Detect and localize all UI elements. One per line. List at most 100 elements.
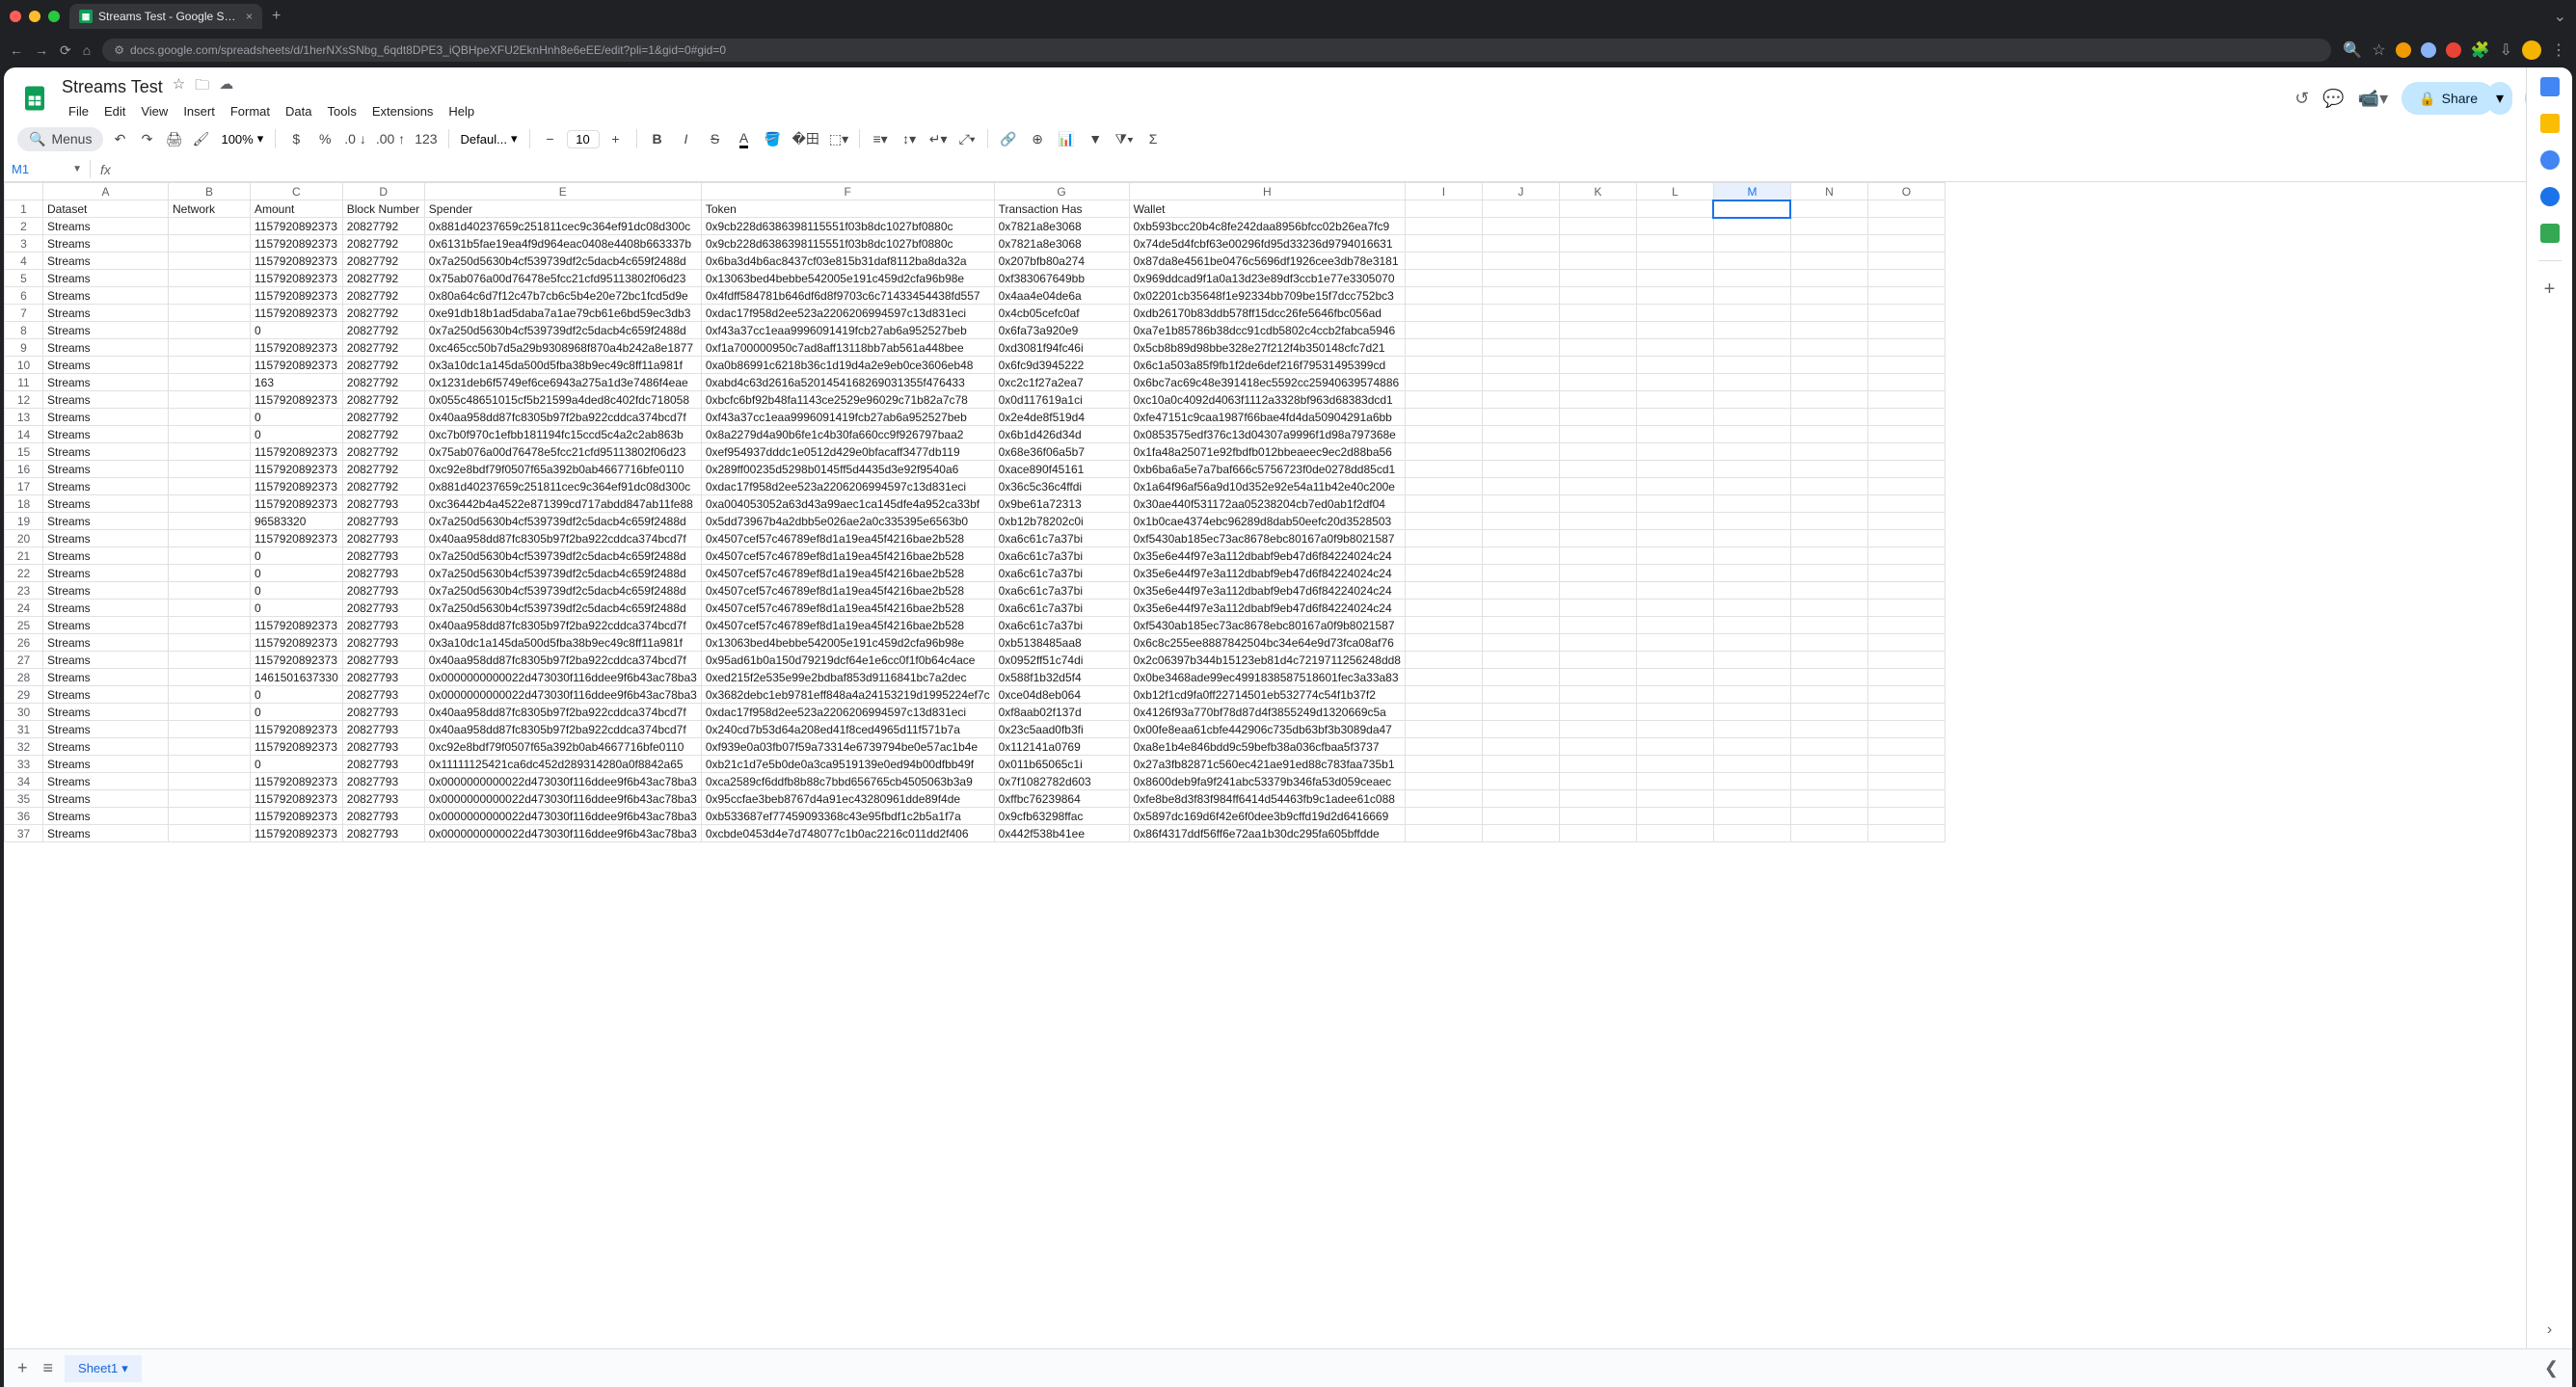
cell[interactable] xyxy=(1867,669,1945,686)
cell[interactable]: 0x74de5d4fcbf63e00296fd95d33236d97940166… xyxy=(1129,235,1405,253)
name-box-dropdown-icon[interactable]: ▼ xyxy=(72,164,82,174)
col-header-I[interactable]: I xyxy=(1405,183,1482,200)
cell[interactable] xyxy=(1559,773,1636,790)
cell[interactable] xyxy=(1405,704,1482,721)
cell[interactable]: 0xdac17f958d2ee523a2206206994597c13d831e… xyxy=(701,704,994,721)
wrap-button[interactable]: ↵▾ xyxy=(926,125,951,152)
cell[interactable] xyxy=(1636,530,1713,547)
cell[interactable]: 0xf5430ab185ec73ac8678ebc80167a0f9b80215… xyxy=(1129,617,1405,634)
cell[interactable]: 0x40aa958dd87fc8305b97f2ba922cddca374bcd… xyxy=(424,530,701,547)
cell[interactable] xyxy=(169,547,251,565)
cell[interactable] xyxy=(1867,478,1945,495)
cell[interactable]: 20827792 xyxy=(342,339,424,357)
cell[interactable] xyxy=(169,600,251,617)
col-header-B[interactable]: B xyxy=(169,183,251,200)
cell[interactable] xyxy=(1482,513,1559,530)
cell[interactable] xyxy=(169,738,251,756)
cell[interactable]: 20827793 xyxy=(342,652,424,669)
cell[interactable] xyxy=(1636,547,1713,565)
cell[interactable] xyxy=(1636,495,1713,513)
cell[interactable] xyxy=(1636,305,1713,322)
cell[interactable] xyxy=(1713,287,1790,305)
cell[interactable]: 0x75ab076a00d76478e5fcc21cfd95113802f06d… xyxy=(424,443,701,461)
cell[interactable] xyxy=(169,478,251,495)
cell[interactable] xyxy=(1482,374,1559,391)
cell[interactable]: 0xa8e1b4e846bdd9c59befb38a036cfbaa5f3737 xyxy=(1129,738,1405,756)
cell[interactable]: 0x6bc7ac69c48e391418ec5592cc259406395748… xyxy=(1129,374,1405,391)
cell[interactable]: 0x68e36f06a5b7 xyxy=(994,443,1129,461)
cell[interactable] xyxy=(169,270,251,287)
cell[interactable] xyxy=(1405,808,1482,825)
cell[interactable]: 0 xyxy=(251,565,343,582)
cell[interactable] xyxy=(1713,600,1790,617)
cell[interactable]: 1157920892373 xyxy=(251,721,343,738)
cell[interactable] xyxy=(1867,721,1945,738)
cell[interactable]: 0x35e6e44f97e3a112dbabf9eb47d6f84224024c… xyxy=(1129,547,1405,565)
cell[interactable]: 0xc7b0f970c1efbb181194fc15ccd5c4a2c2ab86… xyxy=(424,426,701,443)
cell[interactable]: 0xb6ba6a5e7a7baf666c5756723f0de0278dd85c… xyxy=(1129,461,1405,478)
cell[interactable]: 0xb12b78202c0i xyxy=(994,513,1129,530)
borders-button[interactable]: �田 xyxy=(790,125,822,152)
cell[interactable] xyxy=(1790,773,1867,790)
cell[interactable] xyxy=(1713,374,1790,391)
cell[interactable] xyxy=(1482,808,1559,825)
row-header[interactable]: 34 xyxy=(5,773,43,790)
cell[interactable] xyxy=(1713,617,1790,634)
extension-3-icon[interactable] xyxy=(2446,42,2461,58)
cell[interactable] xyxy=(1636,478,1713,495)
row-header[interactable]: 30 xyxy=(5,704,43,721)
cell[interactable]: 0x35e6e44f97e3a112dbabf9eb47d6f84224024c… xyxy=(1129,600,1405,617)
cell[interactable]: 20827792 xyxy=(342,391,424,409)
cell[interactable] xyxy=(1405,773,1482,790)
cell[interactable] xyxy=(1713,773,1790,790)
row-header[interactable]: 4 xyxy=(5,253,43,270)
cell[interactable] xyxy=(1713,530,1790,547)
cell[interactable]: 0x0000000000022d473030f116ddee9f6b43ac78… xyxy=(424,686,701,704)
merge-button[interactable]: ⬚▾ xyxy=(826,125,851,152)
cell[interactable] xyxy=(1636,825,1713,842)
cell[interactable]: 0x40aa958dd87fc8305b97f2ba922cddca374bcd… xyxy=(424,652,701,669)
cell[interactable]: 0x9cb228d6386398115551f03b8dc1027bf0880c xyxy=(701,218,994,235)
cell[interactable] xyxy=(1790,357,1867,374)
cell[interactable] xyxy=(1405,617,1482,634)
cell[interactable]: 0xef954937dddc1e0512d429e0bfacaff3477db1… xyxy=(701,443,994,461)
cell[interactable]: 20827792 xyxy=(342,305,424,322)
cell[interactable]: 0x8600deb9fa9f241abc53379b346fa53d059cea… xyxy=(1129,773,1405,790)
cell[interactable] xyxy=(169,704,251,721)
cell[interactable] xyxy=(1713,409,1790,426)
cell[interactable]: Streams xyxy=(43,808,169,825)
bookmark-icon[interactable]: ☆ xyxy=(2372,40,2385,60)
decrease-font-button[interactable]: − xyxy=(538,125,563,152)
cell[interactable] xyxy=(1482,495,1559,513)
downloads-icon[interactable]: ⇩ xyxy=(2500,40,2512,60)
cell[interactable]: 20827793 xyxy=(342,756,424,773)
cell[interactable] xyxy=(1636,582,1713,600)
cell[interactable]: 20827792 xyxy=(342,287,424,305)
cell[interactable] xyxy=(1713,322,1790,339)
cell[interactable] xyxy=(169,235,251,253)
name-box[interactable]: M1 ▼ xyxy=(4,160,91,178)
cell[interactable]: 0x5cb8b89d98bbe328e27f212f4b350148cfc7d2… xyxy=(1129,339,1405,357)
cell[interactable]: 20827792 xyxy=(342,478,424,495)
row-header[interactable]: 11 xyxy=(5,374,43,391)
cell[interactable] xyxy=(1405,305,1482,322)
cell[interactable]: 0x1a64f96af56a9d10d352e92e54a11b42e40c20… xyxy=(1129,478,1405,495)
cell[interactable]: 20827792 xyxy=(342,357,424,374)
cell[interactable]: 1157920892373 xyxy=(251,391,343,409)
cell[interactable] xyxy=(1482,634,1559,652)
cell[interactable] xyxy=(1559,409,1636,426)
site-info-icon[interactable]: ⚙ xyxy=(114,43,124,57)
cell[interactable]: 0xfe47151c9caa1987f66bae4fd4da50904291a6… xyxy=(1129,409,1405,426)
address-bar[interactable]: ⚙ docs.google.com/spreadsheets/d/1herNXs… xyxy=(102,39,2331,62)
cell[interactable]: 20827793 xyxy=(342,634,424,652)
cell[interactable]: 0x7a250d5630b4cf539739df2c5dacb4c659f248… xyxy=(424,565,701,582)
cell[interactable] xyxy=(1713,253,1790,270)
cell[interactable] xyxy=(1482,652,1559,669)
menu-insert[interactable]: Insert xyxy=(176,101,222,121)
cell[interactable] xyxy=(1482,790,1559,808)
cell[interactable] xyxy=(1559,305,1636,322)
sheet-tab-menu-icon[interactable]: ▾ xyxy=(121,1361,128,1376)
cell[interactable] xyxy=(1713,652,1790,669)
row-header[interactable]: 35 xyxy=(5,790,43,808)
cell[interactable] xyxy=(1636,790,1713,808)
